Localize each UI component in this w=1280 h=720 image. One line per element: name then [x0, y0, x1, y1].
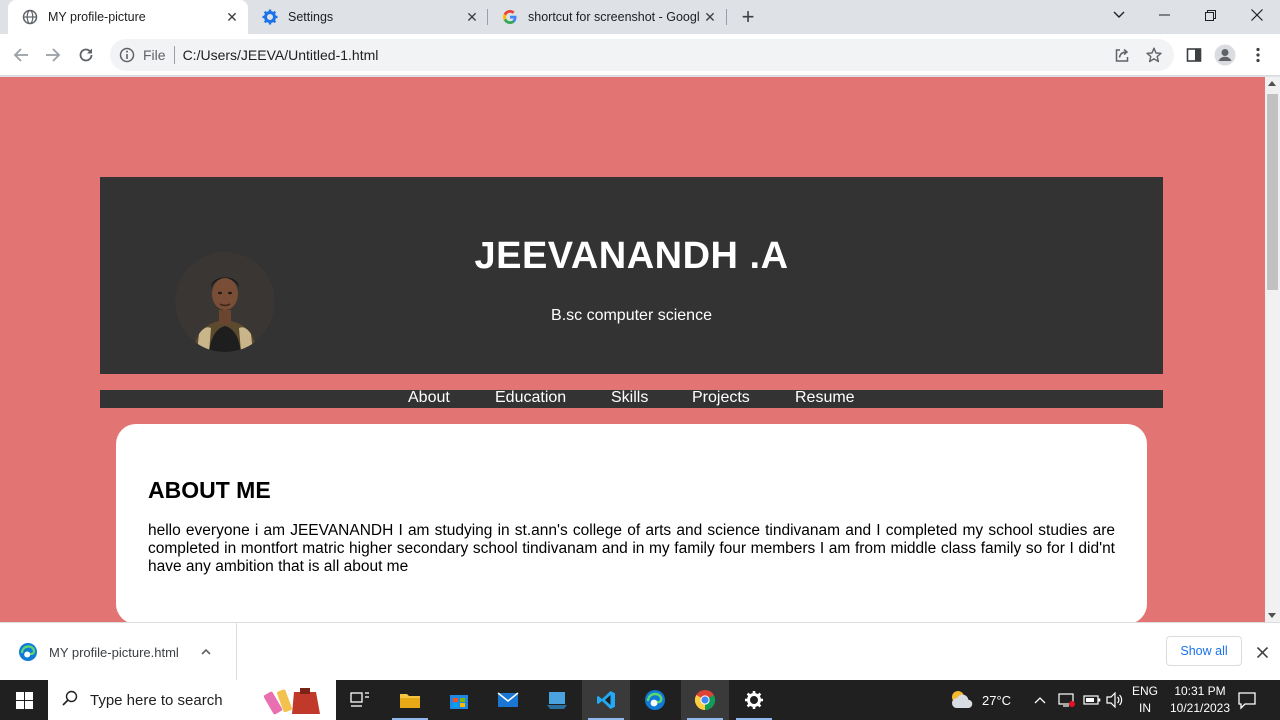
battery-icon[interactable]	[1083, 680, 1101, 720]
close-icon[interactable]: ✕	[700, 7, 720, 27]
back-button[interactable]	[6, 40, 36, 70]
edge-icon[interactable]	[631, 680, 679, 720]
nav-link-skills[interactable]: Skills	[611, 389, 648, 407]
profile-name: JEEVANANDH .A	[474, 235, 789, 277]
network-status-icon[interactable]	[1058, 680, 1076, 720]
address-bar[interactable]: File C:/Users/JEEVA/Untitled-1.html	[110, 39, 1174, 71]
tab-separator	[726, 9, 727, 25]
nav-link-resume[interactable]: Resume	[795, 389, 855, 407]
new-tab-button[interactable]: +	[734, 4, 762, 30]
about-section: ABOUT ME hello everyone i am JEEVANANDH …	[116, 424, 1147, 622]
globe-icon	[22, 9, 38, 25]
chevron-up-icon[interactable]	[201, 646, 211, 658]
taskbar-search-box[interactable]: Type here to search	[48, 680, 336, 720]
tab-search-chevron-icon[interactable]	[1096, 0, 1142, 30]
share-icon[interactable]	[1114, 47, 1130, 63]
close-icon[interactable]: ✕	[462, 7, 482, 27]
close-icon[interactable]: ✕	[222, 7, 242, 27]
input-language-indicator[interactable]: ENG IN	[1130, 683, 1160, 717]
scroll-up-arrow-icon[interactable]	[1268, 81, 1276, 86]
weather-temperature: 27°C	[982, 692, 1012, 708]
nav-link-projects[interactable]: Projects	[692, 389, 750, 407]
tab-profile-picture[interactable]: MY profile-picture ✕	[8, 0, 248, 34]
microsoft-store-icon[interactable]	[435, 680, 483, 720]
notification-center-icon[interactable]	[1236, 689, 1258, 711]
tab-strip: MY profile-picture ✕ Settings ✕ shortcut…	[0, 0, 1280, 34]
search-icon	[62, 690, 78, 710]
scheme-label: File	[143, 47, 166, 63]
nav-link-about[interactable]: About	[408, 389, 450, 407]
close-icon[interactable]	[1252, 642, 1272, 662]
page-viewport: JEEVANANDH .A B.sc computer science Abou…	[0, 77, 1265, 622]
tab-settings[interactable]: Settings ✕	[248, 0, 488, 34]
site-nav: About Education Skills Projects Resume	[100, 389, 1163, 408]
vscode-icon[interactable]	[582, 680, 630, 720]
task-view-icon[interactable]	[336, 680, 384, 720]
search-highlight-icon	[263, 684, 330, 720]
windows-taskbar: Type here to search 27°C ENG IN 10:31 PM…	[0, 680, 1280, 720]
close-window-button[interactable]	[1234, 0, 1280, 30]
info-icon[interactable]	[119, 47, 135, 63]
pinned-app-icon[interactable]	[533, 680, 581, 720]
minimize-button[interactable]	[1141, 0, 1187, 30]
windows-start-icon[interactable]	[0, 680, 48, 720]
edge-file-icon	[18, 642, 38, 662]
file-explorer-icon[interactable]	[386, 680, 434, 720]
scroll-thumb[interactable]	[1267, 94, 1278, 290]
page-scrollbar[interactable]	[1265, 77, 1280, 622]
download-filename: MY profile-picture.html	[49, 644, 179, 660]
side-panel-icon[interactable]	[1183, 44, 1205, 66]
settings-gear-icon[interactable]	[730, 680, 778, 720]
tab-google-search[interactable]: shortcut for screenshot - Google ✕	[488, 0, 726, 34]
profile-avatar-icon[interactable]	[1214, 44, 1236, 66]
browser-toolbar: File C:/Users/JEEVA/Untitled-1.html	[0, 34, 1280, 76]
about-heading: ABOUT ME	[148, 477, 271, 503]
tray-overflow-chevron-icon[interactable]	[1034, 680, 1046, 720]
clock-time: 10:31 PM	[1174, 684, 1226, 698]
bookmark-star-icon[interactable]	[1146, 47, 1162, 63]
about-paragraph: hello everyone i am JEEVANANDH I am stud…	[148, 522, 1115, 575]
google-icon	[502, 9, 518, 25]
scroll-down-arrow-icon[interactable]	[1268, 613, 1276, 618]
tab-title: MY profile-picture	[48, 10, 146, 24]
language-code: ENG	[1131, 684, 1158, 698]
forward-button[interactable]	[38, 40, 68, 70]
weather-cloud-icon	[948, 688, 974, 713]
gear-icon	[262, 9, 278, 25]
download-item[interactable]: MY profile-picture.html	[0, 623, 237, 681]
url-text[interactable]: C:/Users/JEEVA/Untitled-1.html	[183, 47, 379, 63]
restore-button[interactable]	[1187, 0, 1233, 30]
tab-title: shortcut for screenshot - Google	[528, 10, 700, 24]
show-all-button[interactable]: Show all	[1166, 636, 1242, 666]
search-placeholder: Type here to search	[90, 691, 223, 709]
downloads-bar: MY profile-picture.html Show all	[0, 622, 1280, 681]
profile-subtitle: B.sc computer science	[551, 307, 712, 324]
weather-widget[interactable]: 27°C	[948, 680, 1011, 720]
reload-button[interactable]	[71, 40, 101, 70]
address-divider	[173, 46, 175, 64]
mail-icon[interactable]	[484, 680, 532, 720]
region-code: IN	[1139, 701, 1151, 715]
chrome-icon[interactable]	[681, 680, 729, 720]
taskbar-clock[interactable]: 10:31 PM 10/21/2023	[1160, 683, 1240, 717]
volume-icon[interactable]	[1106, 680, 1124, 720]
menu-kebab-icon[interactable]	[1247, 44, 1269, 66]
clock-date: 10/21/2023	[1169, 701, 1231, 715]
tab-title: Settings	[288, 10, 334, 24]
profile-header: JEEVANANDH .A B.sc computer science	[100, 177, 1163, 374]
nav-link-education[interactable]: Education	[495, 389, 566, 407]
